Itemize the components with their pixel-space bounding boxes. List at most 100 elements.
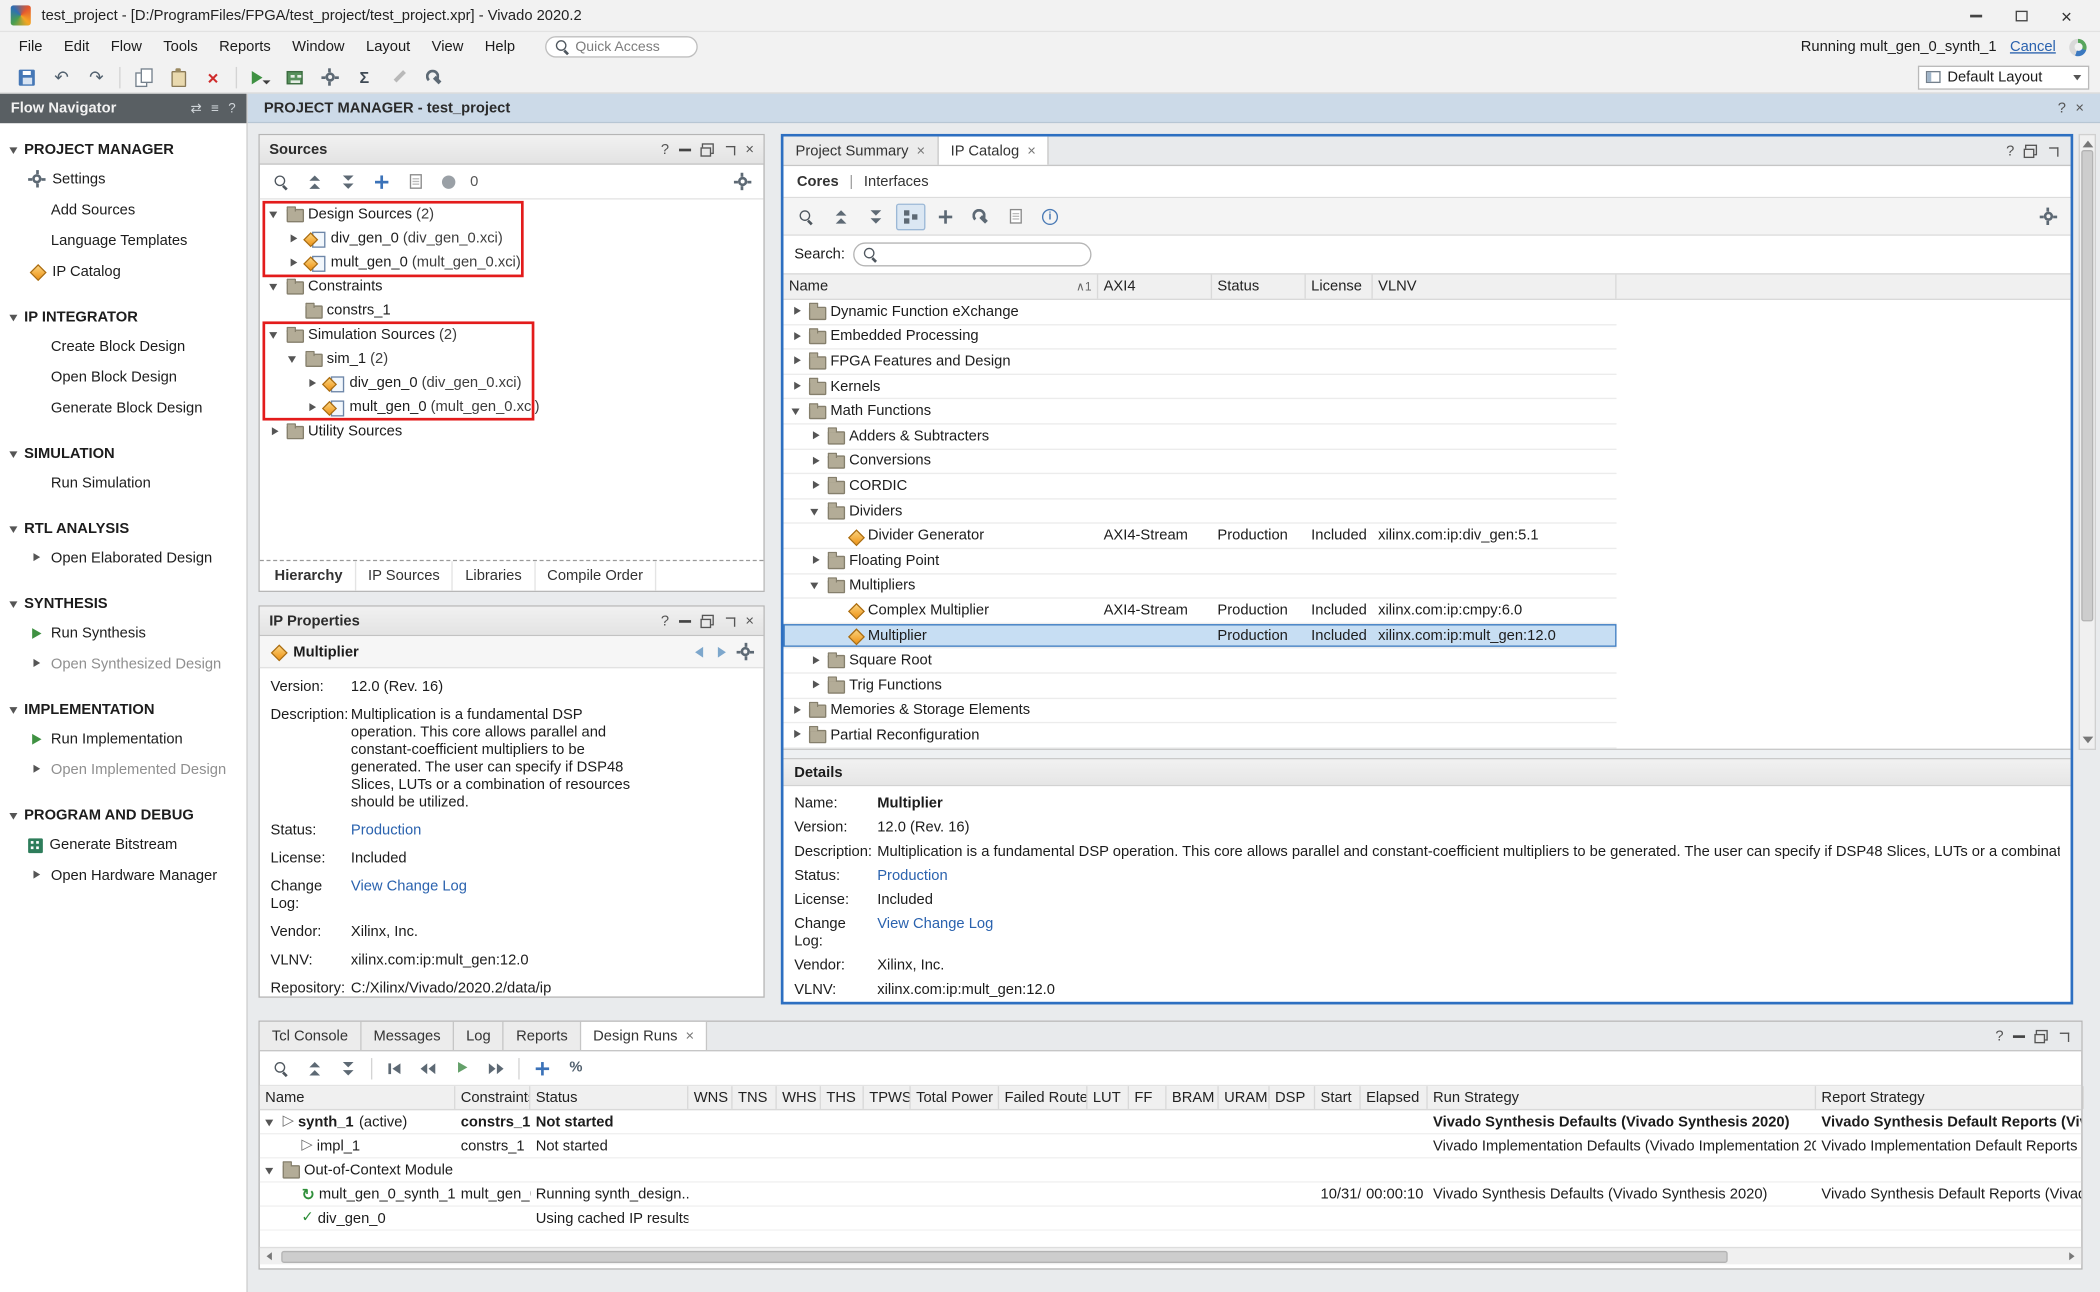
help-icon[interactable]: ? — [661, 613, 669, 629]
catalog-row-trig-functions[interactable]: Trig Functions — [783, 674, 1616, 699]
chevron-right-icon[interactable] — [789, 302, 805, 321]
flownav-item-open-elaborated-design[interactable]: Open Elaborated Design — [0, 542, 246, 573]
catalog-row-square-root[interactable]: Square Root — [783, 649, 1616, 674]
undo-button[interactable]: ↶ — [46, 63, 78, 91]
flownav-section-header[interactable]: RTL ANALYSIS — [0, 516, 246, 543]
source-tree-item-sim-1[interactable]: sim_1(2) — [260, 347, 764, 371]
source-tree-item-utility-sources[interactable]: Utility Sources — [260, 419, 764, 443]
catalog-row-kernels[interactable]: Kernels — [783, 375, 1616, 400]
maximize-icon[interactable] — [2057, 1022, 2070, 1050]
source-tree-item-div-gen-0[interactable]: div_gen_0(div_gen_0.xci) — [260, 226, 764, 250]
chevron-right-icon[interactable] — [808, 477, 824, 496]
flownav-section-header[interactable]: SYNTHESIS — [0, 591, 246, 618]
maximize-icon[interactable] — [723, 143, 736, 156]
sources-tab-compile-order[interactable]: Compile Order — [535, 561, 656, 590]
panel-tab-reports[interactable]: Reports — [504, 1022, 581, 1050]
column-header-axi4[interactable]: AXI4 — [1098, 275, 1212, 299]
run-row-div-gen-0[interactable]: ✓div_gen_0Using cached IP results — [260, 1207, 2081, 1231]
delete-button[interactable]: × — [197, 63, 229, 91]
horizontal-scrollbar[interactable] — [260, 1247, 2081, 1264]
chevron-right-icon[interactable] — [789, 377, 805, 396]
catalog-row-embedded-processing[interactable]: Embedded Processing — [783, 325, 1616, 350]
chevron-open-icon[interactable] — [285, 350, 301, 369]
flownav-item-create-block-design[interactable]: Create Block Design — [0, 331, 246, 362]
catalog-row-conversions[interactable]: Conversions — [783, 449, 1616, 474]
float-icon[interactable] — [2034, 1022, 2047, 1050]
catalog-row-complex-multiplier[interactable]: Complex MultiplierAXI4-StreamProductionI… — [783, 599, 1616, 624]
float-icon[interactable] — [700, 143, 713, 156]
report-button[interactable]: Σ — [348, 63, 380, 91]
close-icon[interactable]: × — [2075, 100, 2084, 116]
catalog-row-multiplier[interactable]: MultiplierProductionIncludedxilinx.com:i… — [783, 624, 1616, 649]
catalog-row-dynamic-function-exchange[interactable]: Dynamic Function eXchange — [783, 300, 1616, 325]
menu-item-view[interactable]: View — [421, 35, 474, 59]
runs-column-ff[interactable]: FF — [1129, 1086, 1167, 1109]
scroll-down-icon[interactable] — [2082, 737, 2093, 744]
column-header-vlnv[interactable]: VLNV — [1373, 275, 1617, 299]
editor-tab-project-summary[interactable]: Project Summary× — [783, 137, 938, 165]
catalog-subtab-interfaces[interactable]: Interfaces — [864, 173, 929, 189]
runs-column-status[interactable]: Status — [530, 1086, 688, 1109]
chevron-open-icon[interactable] — [267, 277, 283, 296]
property-value[interactable]: Production — [877, 868, 2060, 885]
launch-runs-button[interactable] — [447, 1055, 476, 1082]
catalog-subtab-cores[interactable]: Cores — [797, 173, 839, 189]
flownav-item-open-synthesized-design[interactable]: Open Synthesized Design — [0, 648, 246, 679]
menu-item-reports[interactable]: Reports — [208, 35, 281, 59]
catalog-row-math-functions[interactable]: Math Functions — [783, 400, 1616, 425]
panel-tab-messages[interactable]: Messages — [361, 1022, 454, 1050]
forward-icon[interactable] — [718, 646, 726, 657]
search-button[interactable] — [267, 1055, 296, 1082]
progress-spinner-icon[interactable] — [2069, 38, 2086, 55]
percent-button[interactable]: % — [561, 1055, 590, 1082]
catalog-row-divider-generator[interactable]: Divider GeneratorAXI4-StreamProductionIn… — [783, 524, 1616, 549]
create-runs-button[interactable] — [528, 1055, 557, 1082]
program-device-button[interactable] — [279, 63, 311, 91]
minimize-button[interactable] — [1953, 0, 1999, 31]
flownav-item-open-block-design[interactable]: Open Block Design — [0, 362, 246, 393]
collapse-all-button[interactable] — [300, 168, 329, 195]
runs-column-dsp[interactable]: DSP — [1270, 1086, 1316, 1109]
flownav-item-run-simulation[interactable]: Run Simulation — [0, 467, 246, 498]
sources-settings-button[interactable] — [727, 168, 756, 195]
flownav-section-header[interactable]: IMPLEMENTATION — [0, 696, 246, 723]
chevron-right-icon[interactable] — [304, 374, 320, 393]
help-icon[interactable]: ? — [228, 101, 235, 116]
runs-column-whs[interactable]: WHS — [777, 1086, 821, 1109]
catalog-row-multipliers[interactable]: Multipliers — [783, 574, 1616, 599]
runs-column-report-strategy[interactable]: Report Strategy — [1816, 1086, 2084, 1109]
source-tree-item-constrs-1[interactable]: constrs_1 — [260, 299, 764, 323]
runs-column-constraints[interactable]: Constraints — [455, 1086, 530, 1109]
expand-all-button[interactable] — [333, 1055, 362, 1082]
chevron-open-icon[interactable] — [263, 1160, 279, 1179]
catalog-row-cordic[interactable]: CORDIC — [783, 474, 1616, 499]
runs-column-name[interactable]: Name — [260, 1086, 456, 1109]
column-header-name[interactable]: Name∧1 — [783, 275, 1098, 299]
maximize-icon[interactable] — [2046, 137, 2059, 165]
flownav-item-add-sources[interactable]: Add Sources — [0, 194, 246, 225]
runs-column-ths[interactable]: THS — [821, 1086, 864, 1109]
flownav-item-open-implemented-design[interactable]: Open Implemented Design — [0, 754, 246, 785]
go-to-first-button[interactable] — [380, 1055, 409, 1082]
settings-button[interactable] — [313, 63, 345, 91]
chevron-open-icon[interactable] — [267, 205, 283, 224]
details-splitter[interactable] — [783, 749, 2070, 760]
chevron-right-icon[interactable] — [808, 452, 824, 471]
chevron-right-icon[interactable] — [808, 651, 824, 670]
catalog-row-memories-storage-elements[interactable]: Memories & Storage Elements — [783, 698, 1616, 723]
menu-item-tools[interactable]: Tools — [153, 35, 209, 59]
chevron-open-icon[interactable] — [808, 502, 824, 521]
property-value[interactable]: View Change Log — [351, 879, 638, 914]
close-icon[interactable]: × — [745, 613, 754, 629]
source-tree-item-design-sources[interactable]: Design Sources(2) — [260, 202, 764, 226]
runs-column-uram[interactable]: URAM — [1219, 1086, 1270, 1109]
minimize-icon[interactable] — [678, 619, 690, 622]
close-button[interactable]: × — [2044, 0, 2090, 31]
source-tree-item-mult-gen-0[interactable]: mult_gen_0(mult_gen_0.xci) — [260, 395, 764, 419]
runs-column-failed-routes[interactable]: Failed Routes — [999, 1086, 1087, 1109]
customize-button[interactable] — [966, 203, 995, 230]
runs-column-start[interactable]: Start — [1315, 1086, 1361, 1109]
runs-column-total-power[interactable]: Total Power — [911, 1086, 999, 1109]
sources-tab-libraries[interactable]: Libraries — [453, 561, 535, 590]
chevron-right-icon[interactable] — [789, 327, 805, 346]
